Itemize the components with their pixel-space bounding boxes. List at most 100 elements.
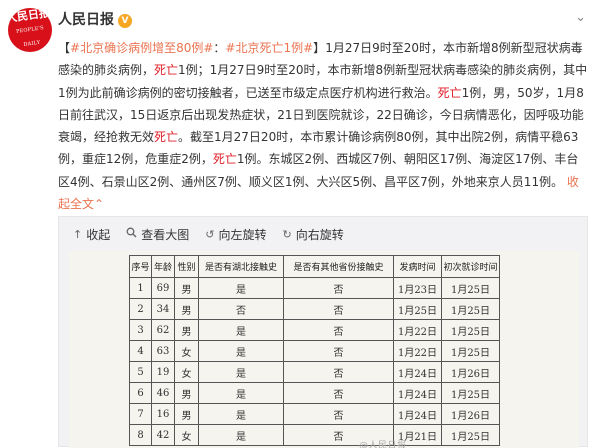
table-cell: 62 (151, 319, 175, 341)
table-cell: 否 (283, 382, 394, 404)
table-cell: 63 (151, 340, 175, 362)
bracket-open: 【 (58, 41, 71, 55)
table-cell: 1月26日 (441, 361, 500, 383)
table-cell: 男 (174, 277, 199, 299)
table-cell: 否 (283, 403, 394, 425)
table-row: 4 63 女 是 否 1月22日 1月25日 (129, 340, 500, 362)
view-large-button[interactable]: 查看大图 (126, 226, 189, 243)
table-cell: 否 (283, 340, 394, 362)
post-text: 【#北京确诊病例增至80例#：#北京死亡1例#】1月27日9时至20时，本市新增… (58, 37, 588, 215)
table-cell: 男 (174, 382, 199, 404)
table-cell: 男 (174, 403, 199, 425)
table-cell: 女 (174, 340, 199, 362)
table-cell: 1月25日 (441, 424, 500, 446)
header-cell: 序号 (129, 255, 152, 278)
table-cell: 是 (198, 319, 284, 341)
media-panel: ↑ 收起 查看大图 ↺ 向左旋转 ↻ 向右旋转 序号 年龄 性别 是否有湖北接触… (58, 216, 588, 448)
account-name-row: 人民日报 V (58, 9, 132, 29)
table-cell: 女 (174, 424, 199, 446)
table-row: 6 46 男 是 否 1月24日 1月25日 (129, 382, 500, 404)
table-row: 3 62 男 是 否 1月22日 1月25日 (129, 319, 500, 341)
header-cell: 年龄 (151, 255, 175, 278)
rotate-left-icon: ↺ (205, 227, 215, 241)
image-toolbar: ↑ 收起 查看大图 ↺ 向左旋转 ↻ 向右旋转 (59, 217, 587, 251)
hashtag-link-2[interactable]: #北京死亡1例# (225, 41, 313, 55)
table-cell: 否 (283, 319, 394, 341)
table-cell: 19 (151, 361, 175, 383)
table-cell: 1 (129, 277, 152, 299)
table-cell: 是 (198, 403, 284, 425)
table-row: 5 19 女 是 否 1月24日 1月26日 (129, 361, 500, 383)
hashtag-link-1[interactable]: #北京确诊病例增至80例# (70, 41, 213, 55)
table-row: 2 34 男 否 否 1月25日 1月25日 (129, 298, 500, 320)
header-cell: 性别 (174, 255, 199, 278)
table-cell: 4 (129, 340, 152, 362)
highlight-death-2: 死亡 (437, 85, 462, 100)
rotate-right-icon: ↻ (282, 227, 292, 241)
rotate-right-button[interactable]: ↻ 向右旋转 (282, 226, 343, 243)
header-cell: 是否有湖北接触史 (198, 255, 284, 278)
highlight-death-3: 死亡 (154, 130, 179, 145)
table-cell: 否 (283, 298, 394, 320)
table-cell: 是 (198, 340, 284, 362)
table-cell: 46 (151, 382, 175, 404)
table-cell: 1月25日 (441, 298, 500, 320)
table-cell: 男 (174, 298, 199, 320)
table-cell: 5 (129, 361, 152, 383)
table-cell: 否 (198, 298, 284, 320)
view-large-label: 查看大图 (141, 227, 190, 242)
table-row: 1 69 男 是 否 1月23日 1月25日 (129, 277, 500, 299)
avatar-logo-sub: PEOPLE'S DAILY (15, 25, 45, 49)
header-cell: 初次就诊时间 (441, 255, 500, 278)
search-icon (126, 227, 137, 241)
chevron-up-icon: ⌃ (94, 197, 105, 212)
table-cell: 是 (198, 361, 284, 383)
rotate-right-label: 向右旋转 (295, 227, 344, 242)
chevron-down-icon[interactable]: ⌄ (575, 10, 586, 25)
table-cell: 1月25日 (441, 277, 500, 299)
table-cell: 女 (174, 361, 199, 383)
verified-badge-icon: V (118, 14, 132, 28)
table-cell: 6 (129, 382, 152, 404)
table-cell: 否 (283, 361, 394, 383)
table-cell: 1月25日 (393, 298, 442, 320)
highlight-death-1: 死亡 (154, 63, 179, 78)
header-cell: 是否有其他省份接触史 (283, 255, 394, 278)
case-table: 序号 年龄 性别 是否有湖北接触史 是否有其他省份接触史 发病时间 初次就诊时间… (129, 255, 500, 446)
table-cell: 16 (151, 403, 175, 425)
table-cell: 1月25日 (441, 340, 500, 362)
table-cell: 1月26日 (441, 403, 500, 425)
table-header-row: 序号 年龄 性别 是否有湖北接触史 是否有其他省份接触史 发病时间 初次就诊时间 (129, 255, 500, 278)
table-cell: 是 (198, 277, 284, 299)
avatar[interactable]: 人民日报 PEOPLE'S DAILY (8, 8, 52, 52)
rotate-left-label: 向左旋转 (218, 227, 267, 242)
table-cell: 1月22日 (393, 319, 442, 341)
case-table-image[interactable]: 序号 年龄 性别 是否有湖北接触史 是否有其他省份接触史 发病时间 初次就诊时间… (69, 251, 579, 448)
table-cell: 1月25日 (441, 382, 500, 404)
table-cell: 是 (198, 424, 284, 446)
table-cell: 2 (129, 298, 152, 320)
table-cell: 69 (151, 277, 175, 299)
avatar-logo: 人民日报 PEOPLE'S DAILY (8, 8, 52, 52)
table-cell: 34 (151, 298, 175, 320)
table-cell: 1月25日 (441, 319, 500, 341)
arrow-up-icon: ↑ (73, 227, 83, 241)
tag-separator: ： (213, 41, 226, 55)
table-cell: 1月24日 (393, 403, 442, 425)
account-name[interactable]: 人民日报 (58, 12, 114, 28)
table-cell: 42 (151, 424, 175, 446)
rotate-left-button[interactable]: ↺ 向左旋转 (205, 226, 266, 243)
avatar-logo-text: 人民日报 (8, 8, 51, 26)
table-cell: 否 (283, 277, 394, 299)
table-cell: 1月22日 (393, 340, 442, 362)
table-cell: 7 (129, 403, 152, 425)
highlight-death-4: 死亡 (212, 152, 237, 167)
table-cell: 8 (129, 424, 152, 446)
table-cell: 3 (129, 319, 152, 341)
table-cell: 1月23日 (393, 277, 442, 299)
bracket-close: 】 (313, 41, 326, 55)
table-row: 7 16 男 是 否 1月24日 1月26日 (129, 403, 500, 425)
table-row: 8 42 女 是 否 1月21日 1月25日 (129, 424, 500, 446)
collapse-image-button[interactable]: ↑ 收起 (73, 226, 110, 243)
collapse-image-label: 收起 (86, 227, 111, 242)
